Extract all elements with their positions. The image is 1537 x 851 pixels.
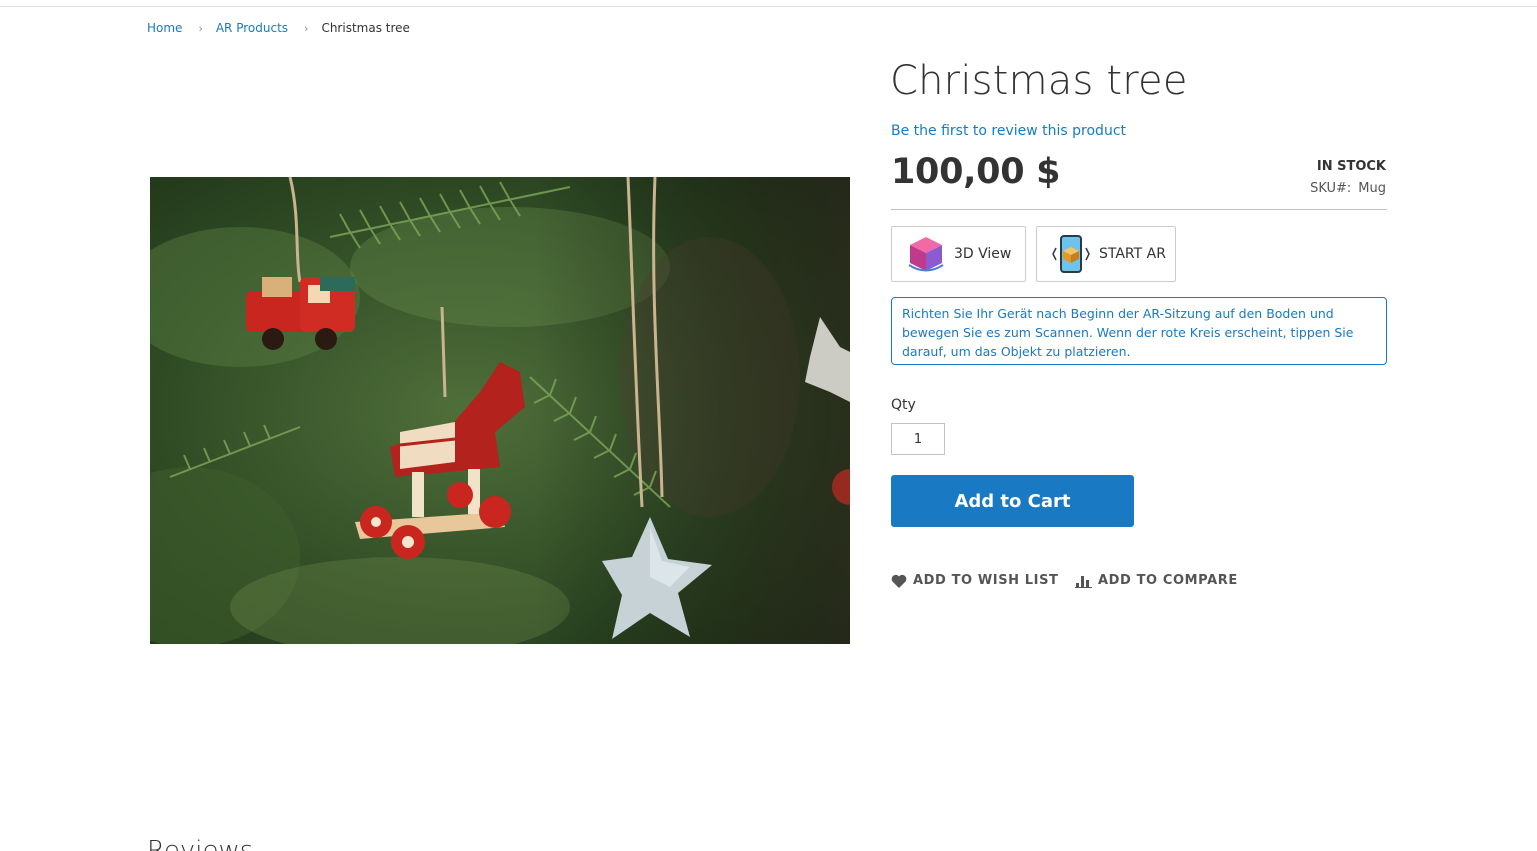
add-to-cart-button[interactable]: Add to Cart [891,475,1134,527]
breadcrumb-current: Christmas tree [321,21,410,35]
page-title: Christmas tree [890,58,1188,104]
header-divider [0,6,1537,7]
price-divider [891,209,1387,210]
reviews-heading: Reviews [147,836,254,851]
breadcrumb-separator-icon: › [304,21,309,35]
start-ar-label: START AR [1099,246,1166,262]
product-image[interactable] [150,177,850,644]
breadcrumb-home-link[interactable]: Home [147,21,182,35]
wish-list-label: ADD TO WISH LIST [913,573,1059,588]
breadcrumb-separator-icon: › [198,21,203,35]
start-ar-button[interactable]: START AR [1036,226,1176,282]
bar-chart-icon [1075,575,1092,588]
compare-label: ADD TO COMPARE [1098,573,1238,588]
cube-3d-icon [906,234,946,274]
qty-input[interactable] [891,423,945,455]
add-to-wish-list-link[interactable]: ADD TO WISH LIST [891,573,1059,588]
sku-value: Mug [1358,181,1386,196]
breadcrumb-ar-products-link[interactable]: AR Products [216,21,288,35]
sku-label: SKU#: [1310,181,1352,196]
3d-view-label: 3D View [954,246,1012,262]
ar-instructions: Richten Sie Ihr Gerät nach Beginn der AR… [891,297,1387,365]
heart-icon [891,574,907,588]
first-review-link[interactable]: Be the first to review this product [891,123,1126,139]
product-price: 100,00 $ [891,152,1061,192]
product-sku: SKU#: Mug [1310,181,1386,196]
phone-ar-icon [1051,234,1091,274]
christmas-ornaments-photo [150,177,850,644]
qty-label: Qty [891,397,916,413]
add-to-compare-link[interactable]: ADD TO COMPARE [1075,573,1238,588]
breadcrumb: Home › AR Products › Christmas tree [147,21,410,35]
stock-status: IN STOCK [1316,159,1386,174]
3d-view-button[interactable]: 3D View [891,226,1026,282]
